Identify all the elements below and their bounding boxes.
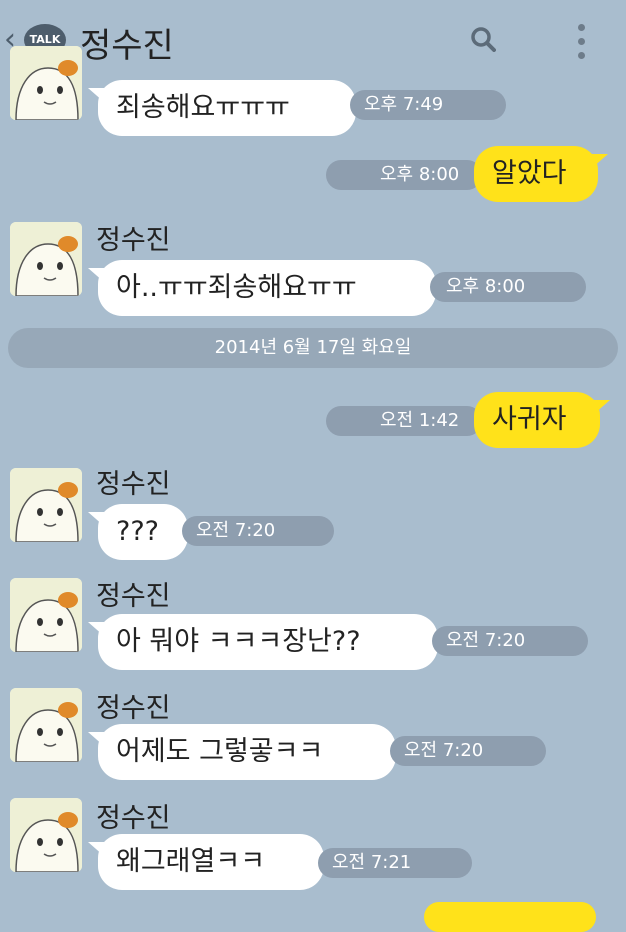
incoming-message-bubble[interactable]: 아 뭐야 ㅋㅋㅋ장난?? bbox=[88, 614, 438, 670]
hamster-avatar-icon bbox=[10, 688, 82, 762]
message-timestamp: 오후 7:49 bbox=[350, 90, 506, 120]
outgoing-message-bubble[interactable] bbox=[424, 902, 596, 932]
message-timestamp: 오후 8:00 bbox=[430, 272, 586, 302]
message-timestamp: 오전 7:20 bbox=[390, 736, 546, 766]
hamster-avatar-icon bbox=[10, 578, 82, 652]
message-timestamp: 오전 7:20 bbox=[432, 626, 588, 656]
message-timestamp: 오후 8:00 bbox=[326, 160, 482, 190]
avatar[interactable] bbox=[10, 688, 82, 762]
sender-name: 정수진 bbox=[96, 225, 171, 256]
avatar[interactable] bbox=[10, 468, 82, 542]
message-timestamp: 오전 7:20 bbox=[182, 516, 334, 546]
incoming-message-bubble[interactable]: 왜그래열ㅋㅋ bbox=[88, 834, 324, 890]
incoming-message-bubble[interactable]: 죄송해요ㅠㅠㅠ bbox=[88, 80, 356, 136]
outgoing-message-bubble[interactable]: 사귀자 bbox=[474, 392, 610, 448]
hamster-avatar-icon bbox=[10, 798, 82, 872]
message-timestamp: 오전 7:21 bbox=[318, 848, 472, 878]
date-separator: 2014년 6월 17일 화요일 bbox=[8, 328, 618, 368]
avatar[interactable] bbox=[10, 578, 82, 652]
sender-name: 정수진 bbox=[96, 469, 171, 500]
more-vertical-icon[interactable] bbox=[574, 24, 588, 68]
message-timestamp: 오전 1:42 bbox=[326, 406, 482, 436]
sender-name: 정수진 bbox=[96, 581, 171, 612]
incoming-message-bubble[interactable]: 아..ㅠㅠ죄송해요ㅠㅠ bbox=[88, 260, 436, 316]
avatar[interactable] bbox=[10, 222, 82, 296]
hamster-avatar-icon bbox=[10, 468, 82, 542]
incoming-message-bubble[interactable]: 어제도 그렇곻ㅋㅋ bbox=[88, 724, 396, 780]
sender-name: 정수진 bbox=[96, 693, 171, 724]
avatar[interactable] bbox=[10, 46, 82, 120]
hamster-avatar-icon bbox=[10, 46, 82, 120]
chat-title: 정수진 bbox=[80, 26, 174, 66]
incoming-message-bubble[interactable]: ??? bbox=[88, 504, 188, 560]
search-icon[interactable] bbox=[470, 26, 496, 52]
avatar[interactable] bbox=[10, 798, 82, 872]
outgoing-message-bubble[interactable]: 알았다 bbox=[474, 146, 608, 202]
hamster-avatar-icon bbox=[10, 222, 82, 296]
sender-name: 정수진 bbox=[96, 803, 171, 834]
chat-header: ‹ TALK 정수진 bbox=[0, 0, 626, 92]
